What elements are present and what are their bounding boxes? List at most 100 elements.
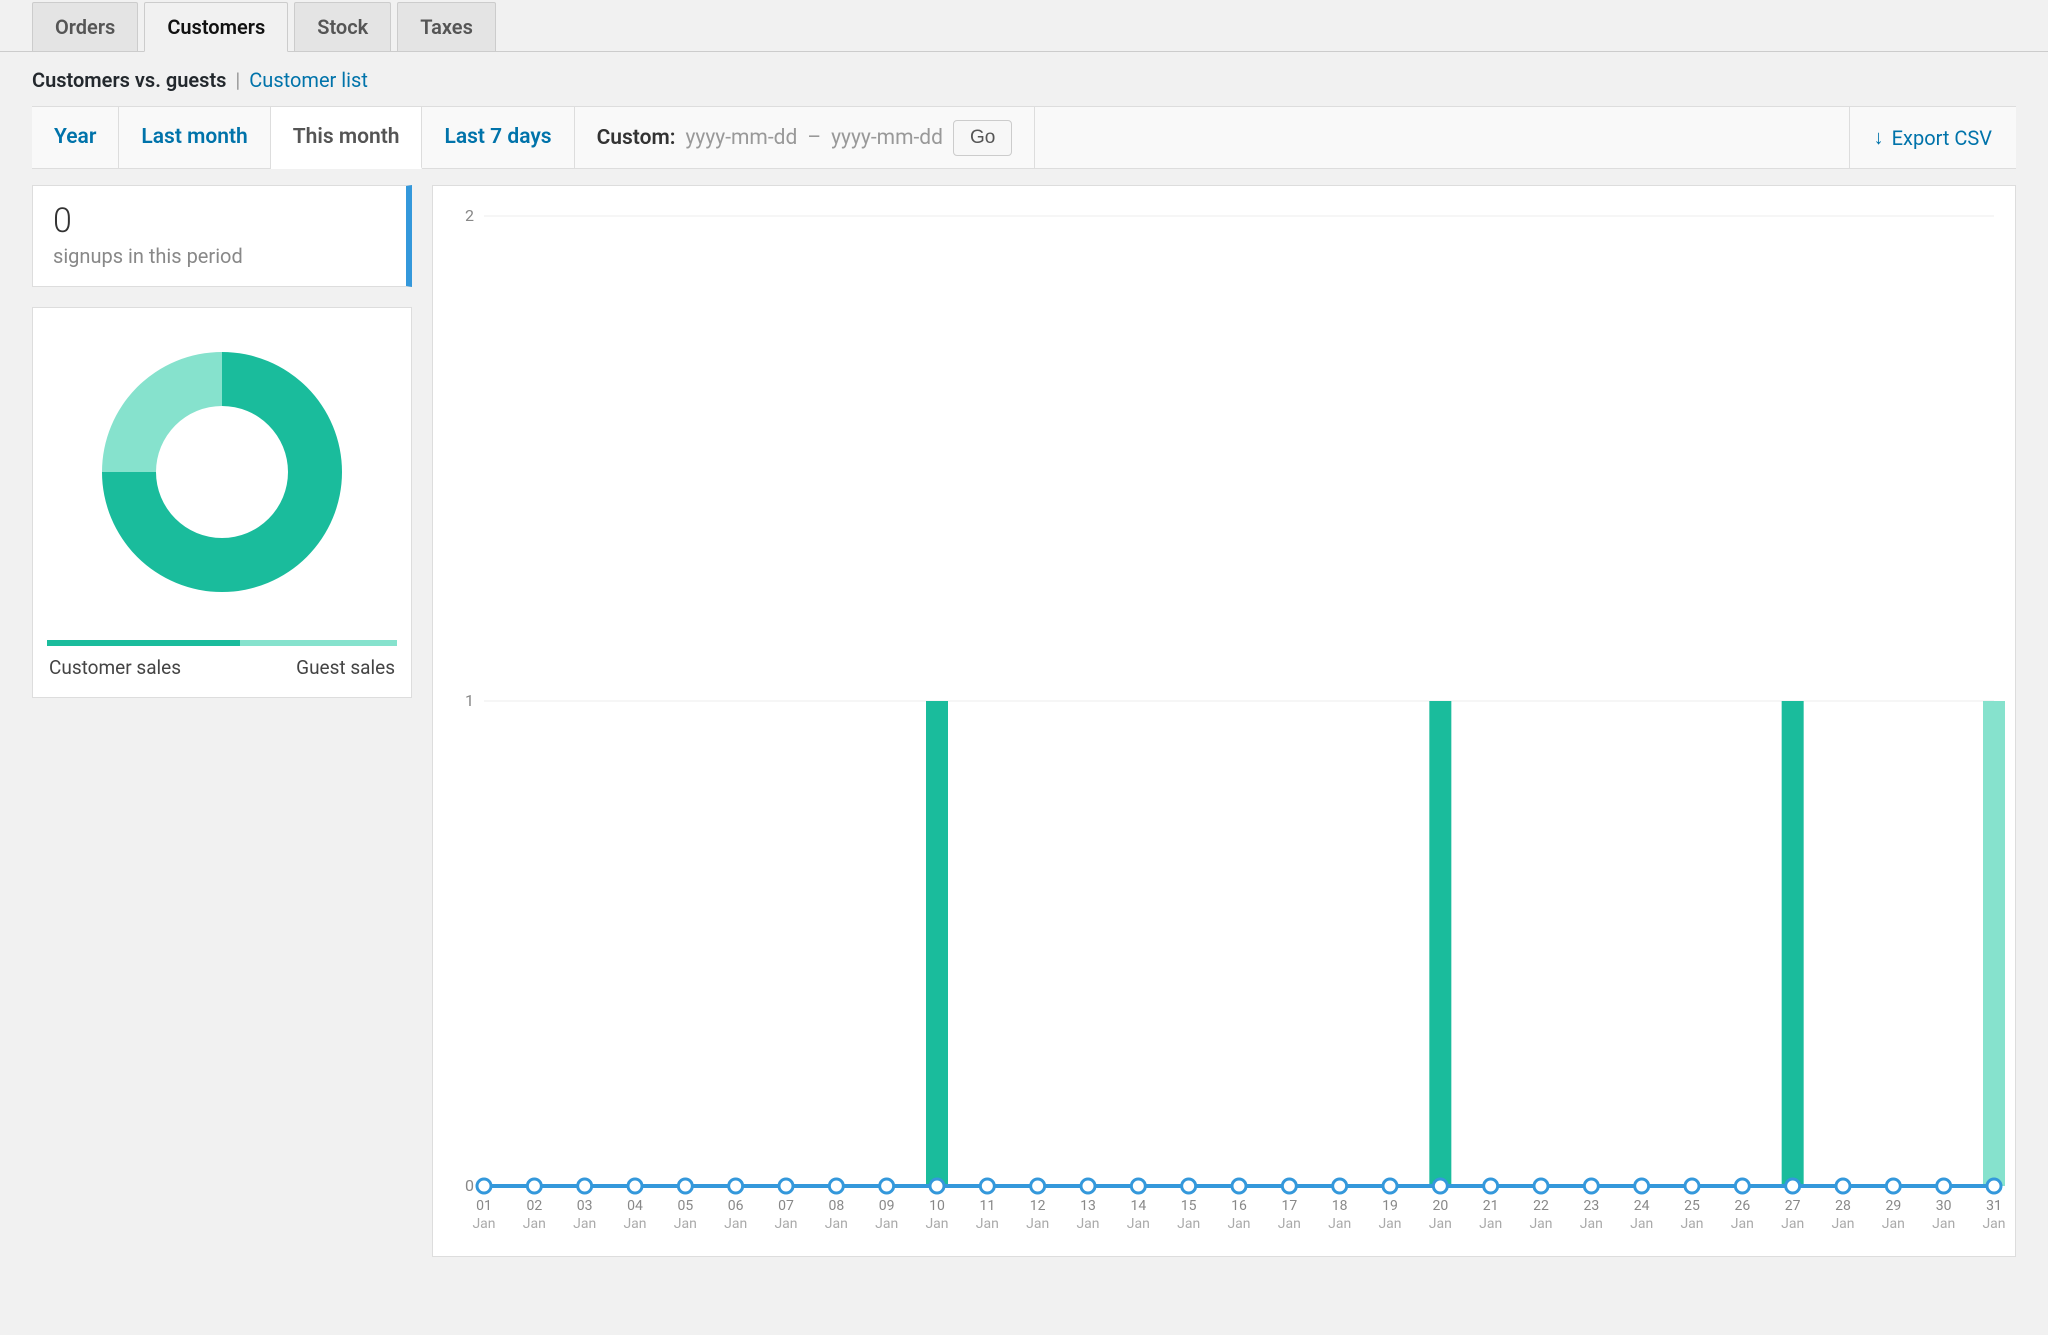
donut-legend-bar [47,640,397,646]
svg-text:24: 24 [1634,1198,1650,1214]
svg-text:29: 29 [1885,1198,1901,1214]
svg-text:19: 19 [1382,1198,1398,1214]
signups-point [1182,1179,1196,1193]
sales-donut-card: Customer sales Guest sales [32,307,412,698]
signups-label: signups in this period [53,244,386,268]
signups-count: 0 [53,204,386,238]
range-last-7-days[interactable]: Last 7 days [422,107,574,168]
svg-text:13: 13 [1080,1198,1096,1214]
signups-point [678,1179,692,1193]
svg-text:Jan: Jan [1127,1216,1150,1232]
svg-text:Jan: Jan [825,1216,848,1232]
svg-text:Jan: Jan [976,1216,999,1232]
signups-point [1282,1179,1296,1193]
svg-text:17: 17 [1281,1198,1297,1214]
svg-text:Jan: Jan [1630,1216,1653,1232]
date-range-bar: YearLast monthThis monthLast 7 days Cust… [32,106,2016,169]
svg-text:Jan: Jan [925,1216,948,1232]
svg-text:Jan: Jan [523,1216,546,1232]
tab-stock[interactable]: Stock [294,2,391,51]
bar-customer [1782,701,1804,1186]
signups-point [729,1179,743,1193]
svg-text:10: 10 [929,1198,945,1214]
subnav-current: Customers vs. guests [32,68,226,92]
svg-text:Jan: Jan [674,1216,697,1232]
bar-customer [926,701,948,1186]
svg-text:Jan: Jan [724,1216,747,1232]
signups-point [1735,1179,1749,1193]
svg-text:05: 05 [677,1198,693,1214]
svg-text:Jan: Jan [1932,1216,1955,1232]
svg-text:Jan: Jan [1177,1216,1200,1232]
signups-point [980,1179,994,1193]
subnav: Customers vs. guests | Customer list [0,52,2048,106]
tab-orders[interactable]: Orders [32,2,138,51]
signups-point [779,1179,793,1193]
signups-point [880,1179,894,1193]
custom-range: Custom: yyyy-mm-dd – yyyy-mm-dd Go [575,107,1036,168]
svg-text:11: 11 [979,1198,995,1214]
range-last-month[interactable]: Last month [119,107,270,168]
signups-stat-card[interactable]: 0 signups in this period [32,185,412,287]
svg-text:Jan: Jan [1479,1216,1502,1232]
svg-text:Jan: Jan [573,1216,596,1232]
tab-customers[interactable]: Customers [144,2,288,52]
svg-text:Jan: Jan [1781,1216,1804,1232]
bar-customer [1429,701,1451,1186]
signups-point [1836,1179,1850,1193]
svg-text:08: 08 [828,1198,844,1214]
svg-text:06: 06 [728,1198,744,1214]
signups-point [1232,1179,1246,1193]
go-button[interactable]: Go [953,120,1012,156]
svg-text:Jan: Jan [472,1216,495,1232]
export-csv-button[interactable]: ↓ Export CSV [1849,107,2016,168]
svg-text:Jan: Jan [1328,1216,1351,1232]
signups-point [1635,1179,1649,1193]
svg-text:14: 14 [1130,1198,1146,1214]
svg-text:Jan: Jan [1831,1216,1854,1232]
svg-text:Jan: Jan [1278,1216,1301,1232]
svg-text:Jan: Jan [1680,1216,1703,1232]
bar-guest [1983,701,2005,1186]
svg-text:26: 26 [1734,1198,1750,1214]
subnav-link-customer-list[interactable]: Customer list [249,68,368,92]
signups-point [1937,1179,1951,1193]
svg-text:03: 03 [577,1198,593,1214]
custom-label: Custom: [597,126,676,150]
svg-text:Jan: Jan [1378,1216,1401,1232]
svg-text:16: 16 [1231,1198,1247,1214]
signups-point [1534,1179,1548,1193]
svg-text:Jan: Jan [1982,1216,2005,1232]
svg-text:07: 07 [778,1198,794,1214]
signups-point [1484,1179,1498,1193]
svg-text:1: 1 [465,691,474,710]
svg-text:Jan: Jan [1731,1216,1754,1232]
svg-text:04: 04 [627,1198,643,1214]
svg-text:Jan: Jan [1076,1216,1099,1232]
signups-point [829,1179,843,1193]
svg-text:15: 15 [1181,1198,1197,1214]
svg-text:Jan: Jan [1580,1216,1603,1232]
tab-taxes[interactable]: Taxes [397,2,496,51]
svg-text:Jan: Jan [1227,1216,1250,1232]
svg-text:2: 2 [465,206,474,225]
range-year[interactable]: Year [32,107,119,168]
range-this-month[interactable]: This month [271,107,423,169]
signups-point [1886,1179,1900,1193]
custom-from-input[interactable]: yyyy-mm-dd [685,126,797,150]
svg-text:22: 22 [1533,1198,1549,1214]
signups-point [1584,1179,1598,1193]
custom-to-input[interactable]: yyyy-mm-dd [831,126,943,150]
download-icon: ↓ [1874,125,1884,150]
signups-point [1131,1179,1145,1193]
signups-point [628,1179,642,1193]
main-chart: 01201Jan02Jan03Jan04Jan05Jan06Jan07Jan08… [432,185,2016,1257]
signups-point [1333,1179,1347,1193]
svg-text:01: 01 [476,1198,492,1214]
svg-text:0: 0 [465,1176,474,1195]
signups-point [527,1179,541,1193]
svg-text:09: 09 [879,1198,895,1214]
svg-text:Jan: Jan [1882,1216,1905,1232]
svg-text:27: 27 [1785,1198,1801,1214]
signups-point [1031,1179,1045,1193]
